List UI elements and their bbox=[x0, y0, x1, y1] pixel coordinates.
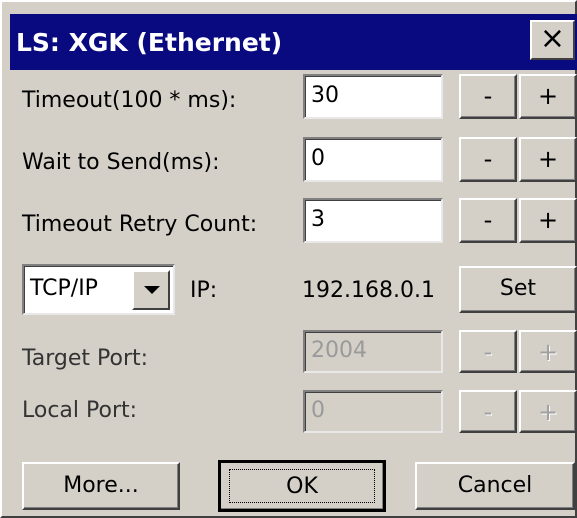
cancel-button[interactable]: Cancel bbox=[415, 462, 575, 510]
target-port-minus-button[interactable]: - bbox=[459, 330, 517, 373]
ok-button[interactable]: OK bbox=[218, 460, 386, 512]
chevron-down-icon[interactable] bbox=[132, 270, 170, 310]
target-port-plus-button[interactable]: + bbox=[519, 330, 577, 373]
window-title: LS: XGK (Ethernet) bbox=[16, 28, 283, 57]
timeout-plus-button[interactable]: + bbox=[519, 74, 577, 119]
local-port-label: Local Port: bbox=[22, 398, 138, 423]
retry-count-plus-button[interactable]: + bbox=[519, 198, 577, 243]
timeout-field[interactable]: 30 bbox=[303, 74, 443, 119]
close-icon: × bbox=[539, 21, 566, 56]
wait-to-send-label: Wait to Send(ms): bbox=[22, 150, 220, 175]
local-port-field[interactable]: 0 bbox=[303, 390, 443, 433]
ip-address-value: 192.168.0.1 bbox=[302, 278, 435, 303]
timeout-label: Timeout(100 * ms): bbox=[22, 88, 237, 113]
dialog-window: LS: XGK (Ethernet) × Timeout(100 * ms): … bbox=[0, 0, 577, 518]
wait-to-send-field[interactable]: 0 bbox=[303, 137, 443, 182]
retry-count-minus-button[interactable]: - bbox=[459, 198, 517, 243]
ip-label: IP: bbox=[190, 278, 218, 303]
protocol-value: TCP/IP bbox=[30, 276, 98, 301]
local-port-plus-button[interactable]: + bbox=[519, 390, 577, 433]
protocol-select[interactable]: TCP/IP bbox=[22, 264, 175, 315]
target-port-label: Target Port: bbox=[22, 346, 149, 371]
wait-to-send-minus-button[interactable]: - bbox=[459, 137, 517, 182]
focus-rectangle bbox=[229, 469, 375, 503]
local-port-minus-button[interactable]: - bbox=[459, 390, 517, 433]
set-ip-button[interactable]: Set bbox=[459, 266, 577, 313]
retry-count-field[interactable]: 3 bbox=[303, 198, 443, 243]
target-port-field[interactable]: 2004 bbox=[303, 330, 443, 373]
retry-count-label: Timeout Retry Count: bbox=[22, 212, 258, 237]
timeout-minus-button[interactable]: - bbox=[459, 74, 517, 119]
more-button[interactable]: More... bbox=[22, 462, 180, 510]
wait-to-send-plus-button[interactable]: + bbox=[519, 137, 577, 182]
title-bar[interactable]: LS: XGK (Ethernet) bbox=[10, 14, 577, 70]
close-button[interactable]: × bbox=[530, 20, 575, 60]
